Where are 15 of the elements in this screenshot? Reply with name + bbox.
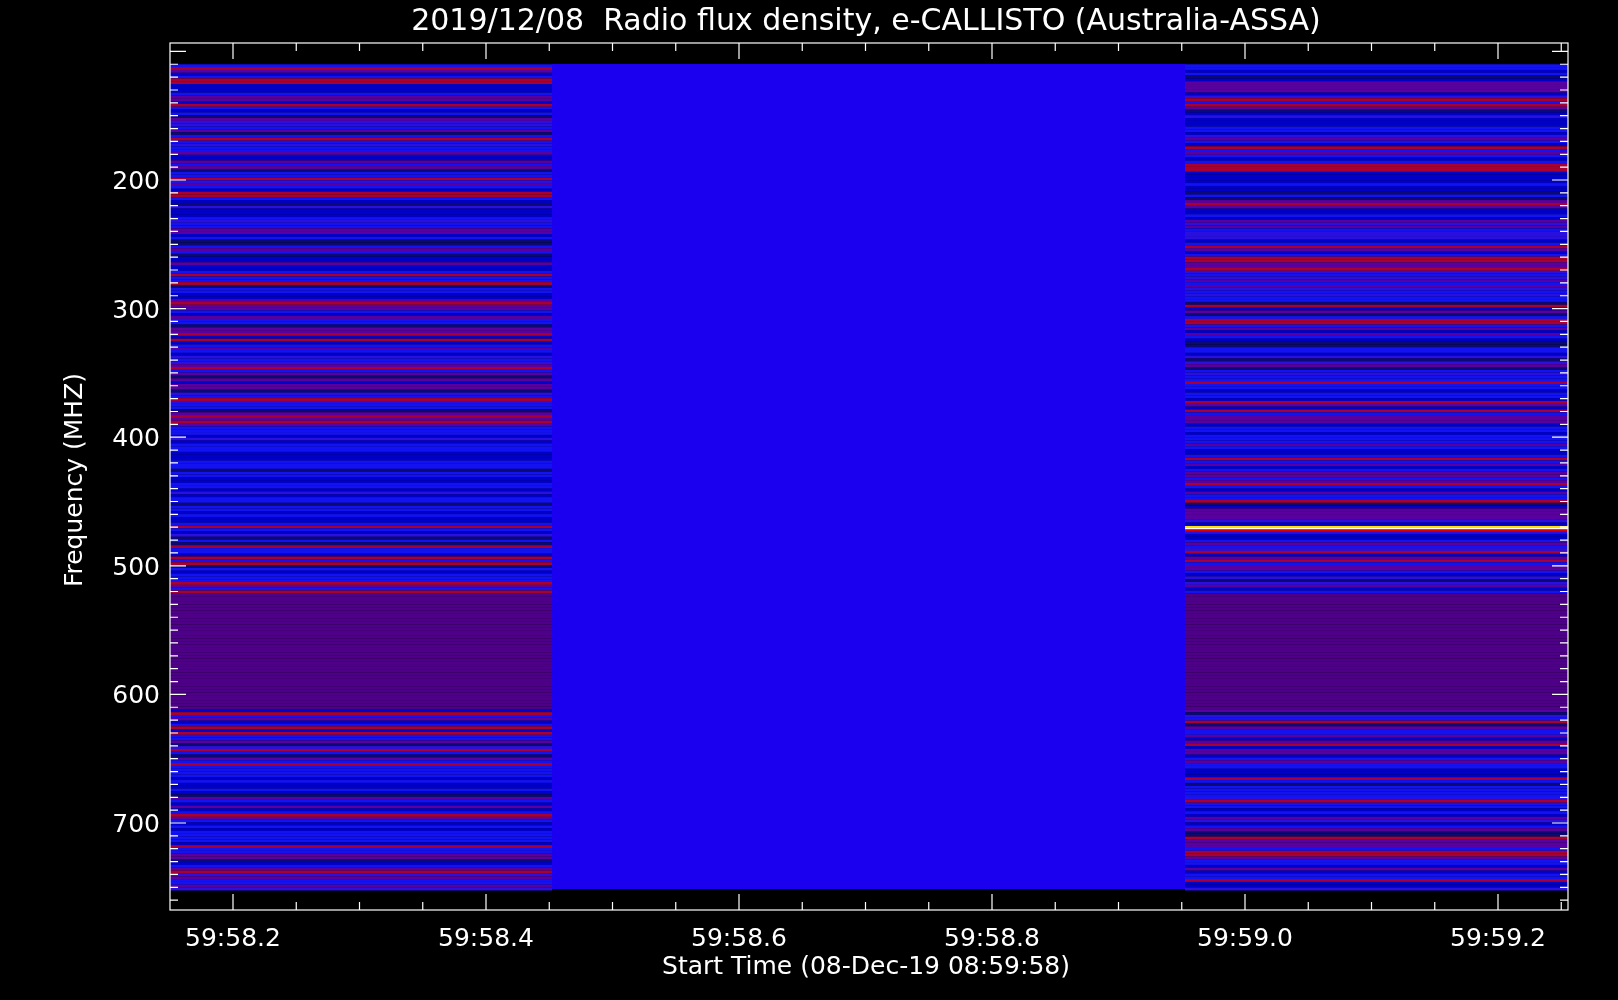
x-tick-label: 59:58.6 — [691, 923, 787, 952]
x-tick-label: 59:59.0 — [1197, 923, 1293, 952]
chart-title: 2019/12/08 Radio flux density, e-CALLISTO (Australia-ASSA) — [411, 2, 1321, 37]
x-tick-label: 59:58.8 — [944, 923, 1040, 952]
x-tick-label: 59:59.2 — [1450, 923, 1546, 952]
x-tick-label: 59:58.2 — [185, 923, 281, 952]
y-axis-label: Frequency (MHZ) — [59, 372, 88, 588]
y-tick-label: 200 — [112, 166, 160, 195]
y-tick-label: 400 — [112, 423, 160, 453]
y-tick-label: 600 — [112, 680, 160, 710]
y-tick-label: 700 — [112, 809, 160, 838]
x-axis-label: Start Time (08-Dec-19 08:59:58) — [662, 951, 1070, 980]
x-tick-label: 59:58.4 — [438, 923, 534, 952]
y-tick-label: 500 — [112, 551, 160, 581]
y-tick-label: 300 — [112, 294, 160, 324]
